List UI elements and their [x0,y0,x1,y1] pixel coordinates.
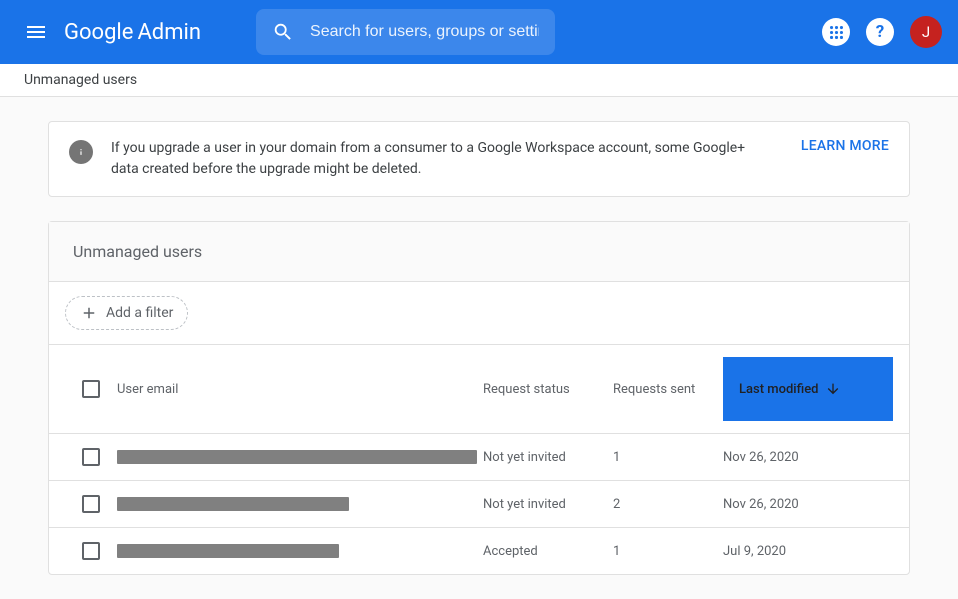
avatar[interactable]: J [910,16,942,48]
sent-cell: 2 [613,497,723,512]
table-row[interactable]: Not yet invited 1 Nov 26, 2020 [49,433,909,480]
filter-bar: Add a filter [49,282,909,344]
learn-more-link[interactable]: LEARN MORE [801,138,889,154]
table-row[interactable]: Accepted 1 Jul 9, 2020 [49,527,909,574]
main-content: If you upgrade a user in your domain fro… [0,97,958,599]
search-icon [272,21,294,43]
modified-cell: Jul 9, 2020 [723,544,893,559]
column-header-modified[interactable]: Last modified [723,357,893,421]
breadcrumb-text: Unmanaged users [24,72,137,88]
modified-cell: Nov 26, 2020 [723,450,893,465]
apps-button[interactable] [822,18,850,46]
table-row[interactable]: Not yet invited 2 Nov 26, 2020 [49,480,909,527]
logo-admin: Admin [137,20,201,45]
user-email-redacted [117,544,339,558]
status-cell: Not yet invited [483,497,613,512]
column-header-modified-label: Last modified [739,382,819,397]
row-checkbox[interactable] [82,542,100,560]
menu-icon [24,20,48,44]
select-all-checkbox[interactable] [82,380,100,398]
status-cell: Accepted [483,544,613,559]
avatar-initial: J [922,23,930,41]
search-input[interactable] [310,23,539,41]
sent-cell: 1 [613,544,723,559]
column-header-email[interactable]: User email [117,382,483,397]
plus-icon [80,304,98,322]
column-header-sent[interactable]: Requests sent [613,382,723,397]
card-title: Unmanaged users [49,222,909,282]
sort-desc-icon [825,381,841,397]
modified-cell: Nov 26, 2020 [723,497,893,512]
help-button[interactable]: ? [866,18,894,46]
user-email-redacted [117,497,349,511]
info-text: If you upgrade a user in your domain fro… [111,138,763,180]
status-cell: Not yet invited [483,450,613,465]
user-email-redacted [117,450,477,464]
add-filter-label: Add a filter [106,305,173,321]
help-icon: ? [876,22,884,42]
search-box[interactable] [256,9,555,55]
menu-button[interactable] [16,12,56,52]
logo: Google Admin [64,20,201,45]
column-header-status[interactable]: Request status [483,382,613,397]
header-actions: ? J [822,16,942,48]
sent-cell: 1 [613,450,723,465]
app-header: Google Admin ? J [0,0,958,64]
add-filter-button[interactable]: Add a filter [65,296,188,330]
row-checkbox[interactable] [82,495,100,513]
breadcrumb: Unmanaged users [0,64,958,97]
info-icon [69,140,93,164]
logo-google: Google [64,20,133,45]
apps-icon [828,24,845,41]
row-checkbox[interactable] [82,448,100,466]
table-header-row: User email Request status Requests sent … [49,344,909,433]
info-banner: If you upgrade a user in your domain fro… [48,121,910,197]
users-card: Unmanaged users Add a filter User email … [48,221,910,575]
